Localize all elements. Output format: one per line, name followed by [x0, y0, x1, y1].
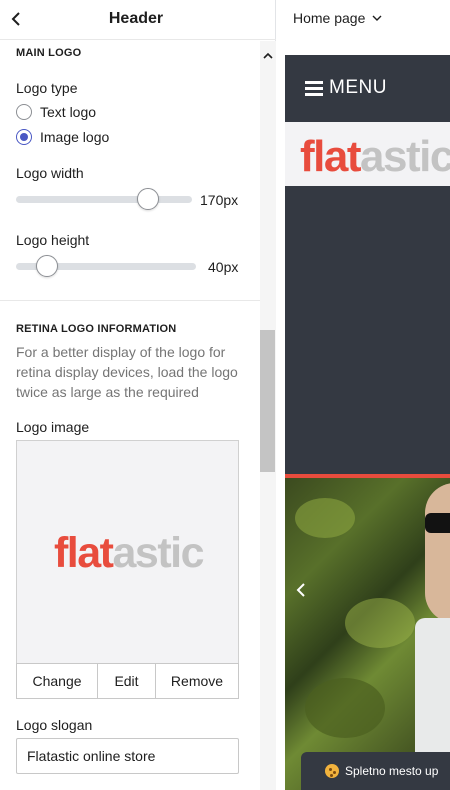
chevron-down-icon: [372, 15, 382, 21]
cookie-icon: [325, 764, 339, 778]
cookie-notice[interactable]: Spletno mesto up: [301, 752, 450, 790]
scroll-up-icon[interactable]: [262, 50, 274, 62]
logo-image-preview[interactable]: flatastic: [16, 440, 239, 664]
change-button[interactable]: Change: [17, 664, 98, 698]
sunglasses: [425, 513, 450, 533]
site-menu-label: MENU: [329, 77, 387, 98]
foliage: [305, 678, 385, 738]
logo-width-value: 170px: [200, 192, 239, 208]
section-divider: [0, 300, 260, 301]
retina-heading: RETINA LOGO INFORMATION: [16, 323, 177, 335]
site-logo[interactable]: flatastic: [300, 132, 450, 182]
radio-image-logo-label: Image logo: [40, 129, 110, 145]
radio-text-logo[interactable]: Text logo: [16, 102, 96, 122]
page-selector-label: Home page: [293, 10, 366, 26]
logo-width-slider-thumb[interactable]: [137, 188, 159, 210]
logo-height-label: Logo height: [16, 232, 90, 248]
cookie-notice-text: Spletno mesto up: [345, 764, 439, 778]
logo-image-label: Logo image: [16, 419, 90, 435]
site-header-block: [285, 186, 450, 475]
logo-image-actions: Change Edit Remove: [16, 663, 239, 699]
foliage: [345, 598, 415, 648]
radio-image-logo-control[interactable]: [16, 129, 32, 145]
logo-slogan-input[interactable]: Flatastic online store: [16, 738, 239, 774]
chevron-left-icon: [296, 583, 305, 597]
logo-width-label: Logo width: [16, 165, 84, 181]
logo-width-slider[interactable]: [16, 196, 192, 203]
site-preview: MENU flatastic: [285, 55, 450, 790]
site-logo-part2: astic: [360, 132, 450, 181]
customizer-screen: Header MAIN LOGO Logo type Text logo Ima…: [0, 0, 450, 790]
site-logo-strip: flatastic: [285, 122, 450, 186]
logo-height-value: 40px: [208, 259, 239, 275]
radio-image-logo[interactable]: Image logo: [16, 127, 109, 147]
page-selector[interactable]: Home page: [293, 10, 383, 26]
logo-type-label: Logo type: [16, 80, 78, 96]
radio-text-logo-control[interactable]: [16, 104, 32, 120]
hero-slider-image: [285, 478, 450, 790]
logo-image: flatastic: [17, 529, 240, 578]
logo-image-part1: flat: [53, 529, 114, 577]
settings-panel: Header MAIN LOGO Logo type Text logo Ima…: [0, 0, 276, 790]
retina-description: For a better display of the logo for ret…: [16, 344, 238, 400]
hamburger-icon: [305, 81, 323, 96]
remove-button[interactable]: Remove: [156, 664, 238, 698]
radio-text-logo-label: Text logo: [40, 104, 97, 120]
site-menu-button[interactable]: MENU: [305, 77, 387, 99]
panel-scrollbar-thumb[interactable]: [260, 330, 275, 472]
person-figure: [415, 478, 450, 790]
edit-button[interactable]: Edit: [98, 664, 156, 698]
panel-header: Header: [0, 0, 276, 40]
foliage: [295, 498, 355, 538]
logo-image-part2: astic: [112, 529, 204, 577]
logo-slogan-label: Logo slogan: [16, 717, 93, 733]
slider-prev-button[interactable]: [293, 578, 309, 602]
person-face: [425, 483, 450, 623]
logo-height-slider-thumb[interactable]: [35, 255, 58, 277]
site-logo-part1: flat: [300, 132, 362, 181]
panel-title: Header: [108, 10, 164, 27]
site-menu-bar: MENU: [285, 55, 450, 122]
main-logo-heading: MAIN LOGO: [16, 47, 82, 59]
